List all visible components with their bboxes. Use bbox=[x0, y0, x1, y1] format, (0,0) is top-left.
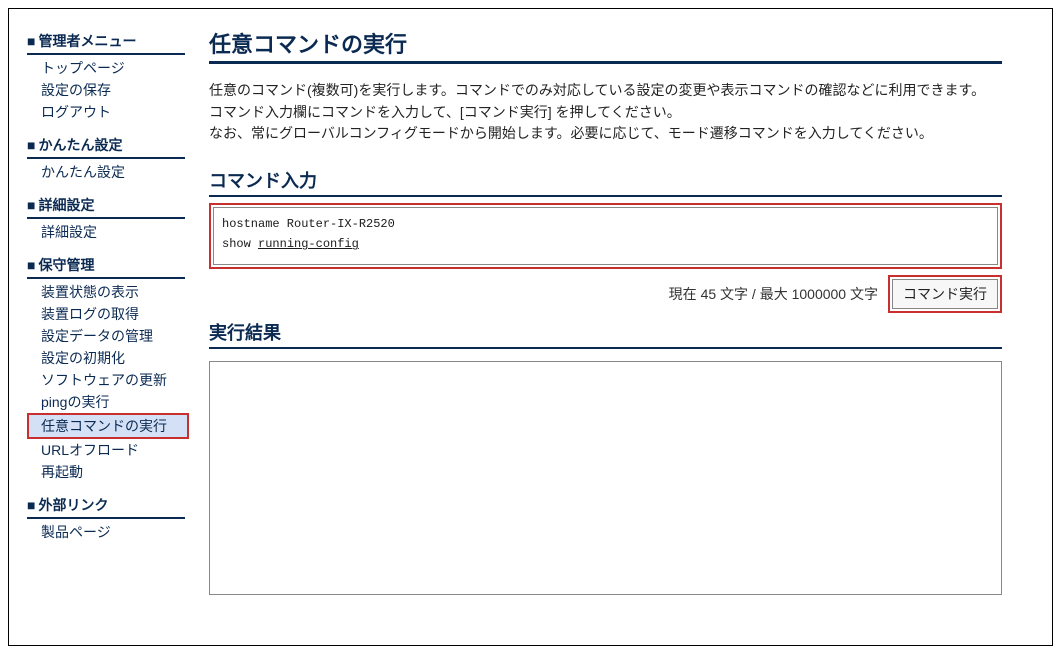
command-input-highlight: hostname Router-IX-R2520 show running-co… bbox=[209, 203, 1002, 269]
sidebar-item[interactable]: 任意コマンドの実行 bbox=[27, 413, 189, 439]
sidebar-item[interactable]: 再起動 bbox=[27, 461, 185, 483]
square-bullet-icon: ■ bbox=[27, 137, 35, 153]
menu-heading-label: 詳細設定 bbox=[38, 197, 94, 213]
menu-heading-label: 保守管理 bbox=[38, 257, 94, 273]
square-bullet-icon: ■ bbox=[27, 497, 35, 513]
menu-heading: ■保守管理 bbox=[27, 255, 185, 279]
cmd-line-1: hostname Router-IX-R2520 bbox=[222, 217, 395, 231]
menu-heading: ■外部リンク bbox=[27, 495, 185, 519]
exec-button[interactable]: コマンド実行 bbox=[892, 279, 998, 309]
sidebar-item[interactable]: pingの実行 bbox=[27, 391, 185, 413]
result-label: 実行結果 bbox=[209, 319, 1002, 349]
square-bullet-icon: ■ bbox=[27, 257, 35, 273]
sidebar-item[interactable]: 製品ページ bbox=[27, 521, 185, 543]
menu-heading: ■管理者メニュー bbox=[27, 31, 185, 55]
menu-heading-label: 管理者メニュー bbox=[38, 33, 136, 49]
cmd-line-2-arg: running-config bbox=[258, 237, 359, 251]
sidebar-item[interactable]: 設定データの管理 bbox=[27, 325, 185, 347]
page-title: 任意コマンドの実行 bbox=[209, 27, 1002, 64]
desc-line-2: コマンド入力欄にコマンドを入力して、[コマンド実行] を押してください。 bbox=[209, 102, 1002, 124]
sidebar: ■管理者メニュートップページ設定の保存ログアウト■かんたん設定かんたん設定■詳細… bbox=[9, 9, 199, 645]
sidebar-item[interactable]: かんたん設定 bbox=[27, 161, 185, 183]
counter-row: 現在 45 文字 / 最大 1000000 文字 コマンド実行 bbox=[209, 275, 1002, 313]
menu-heading: ■かんたん設定 bbox=[27, 135, 185, 159]
square-bullet-icon: ■ bbox=[27, 33, 35, 49]
char-counter: 現在 45 文字 / 最大 1000000 文字 bbox=[669, 284, 878, 304]
main-content: 任意コマンドの実行 任意のコマンド(複数可)を実行します。コマンドでのみ対応して… bbox=[199, 9, 1052, 645]
sidebar-item[interactable]: 装置状態の表示 bbox=[27, 281, 185, 303]
menu-heading-label: 外部リンク bbox=[38, 497, 108, 513]
desc-line-3: なお、常にグローバルコンフィグモードから開始します。必要に応じて、モード遷移コマ… bbox=[209, 123, 1002, 145]
sidebar-item[interactable]: ソフトウェアの更新 bbox=[27, 369, 185, 391]
result-output[interactable] bbox=[209, 361, 1002, 595]
command-input-label: コマンド入力 bbox=[209, 167, 1002, 197]
cmd-line-2-prefix: show bbox=[222, 237, 258, 251]
sidebar-item[interactable]: 詳細設定 bbox=[27, 221, 185, 243]
command-input[interactable]: hostname Router-IX-R2520 show running-co… bbox=[213, 207, 998, 265]
sidebar-item[interactable]: ログアウト bbox=[27, 101, 185, 123]
sidebar-item[interactable]: URLオフロード bbox=[27, 439, 185, 461]
description: 任意のコマンド(複数可)を実行します。コマンドでのみ対応している設定の変更や表示… bbox=[209, 80, 1002, 145]
sidebar-item[interactable]: トップページ bbox=[27, 57, 185, 79]
sidebar-item[interactable]: 設定の初期化 bbox=[27, 347, 185, 369]
menu-heading: ■詳細設定 bbox=[27, 195, 185, 219]
counter-current: 45 bbox=[701, 286, 717, 302]
sidebar-item[interactable]: 設定の保存 bbox=[27, 79, 185, 101]
counter-max: 1000000 bbox=[792, 286, 847, 302]
exec-button-highlight: コマンド実行 bbox=[888, 275, 1002, 313]
square-bullet-icon: ■ bbox=[27, 197, 35, 213]
desc-line-1: 任意のコマンド(複数可)を実行します。コマンドでのみ対応している設定の変更や表示… bbox=[209, 80, 1002, 102]
sidebar-item[interactable]: 装置ログの取得 bbox=[27, 303, 185, 325]
menu-heading-label: かんたん設定 bbox=[38, 137, 122, 153]
